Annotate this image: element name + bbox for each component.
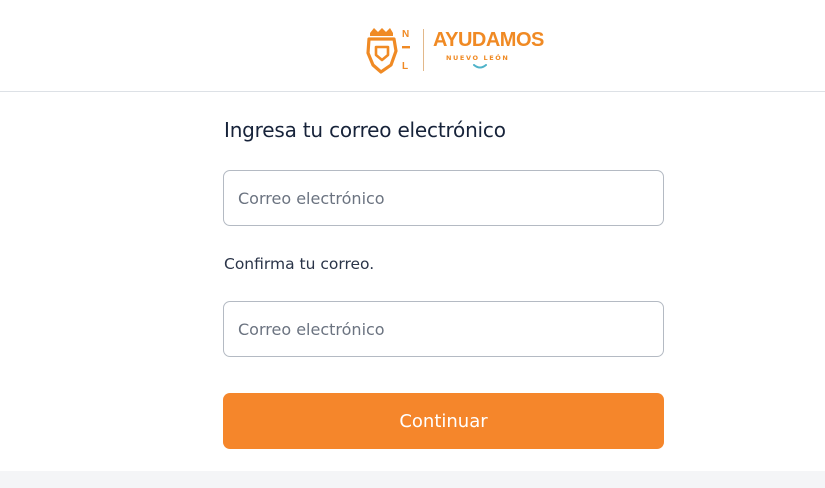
- nl-crest-icon: N L: [366, 28, 424, 74]
- logo-letter-l: L: [402, 61, 408, 72]
- brand-logo: N L AYUDAMOS NUEVO LEÓN: [366, 27, 544, 79]
- page-title: Ingresa tu correo electrónico: [224, 118, 506, 142]
- logo-subtitle: NUEVO LEÓN: [446, 54, 510, 62]
- confirm-email-label: Confirma tu correo.: [224, 255, 375, 273]
- email-input[interactable]: [223, 170, 664, 226]
- continue-button[interactable]: Continuar: [223, 393, 664, 449]
- logo-wordmark: AYUDAMOS: [433, 29, 544, 51]
- confirm-email-input[interactable]: [223, 301, 664, 357]
- footer: [0, 471, 825, 488]
- header: N L AYUDAMOS NUEVO LEÓN: [0, 0, 825, 92]
- smile-icon: [473, 64, 487, 69]
- logo-letter-n: N: [402, 29, 409, 40]
